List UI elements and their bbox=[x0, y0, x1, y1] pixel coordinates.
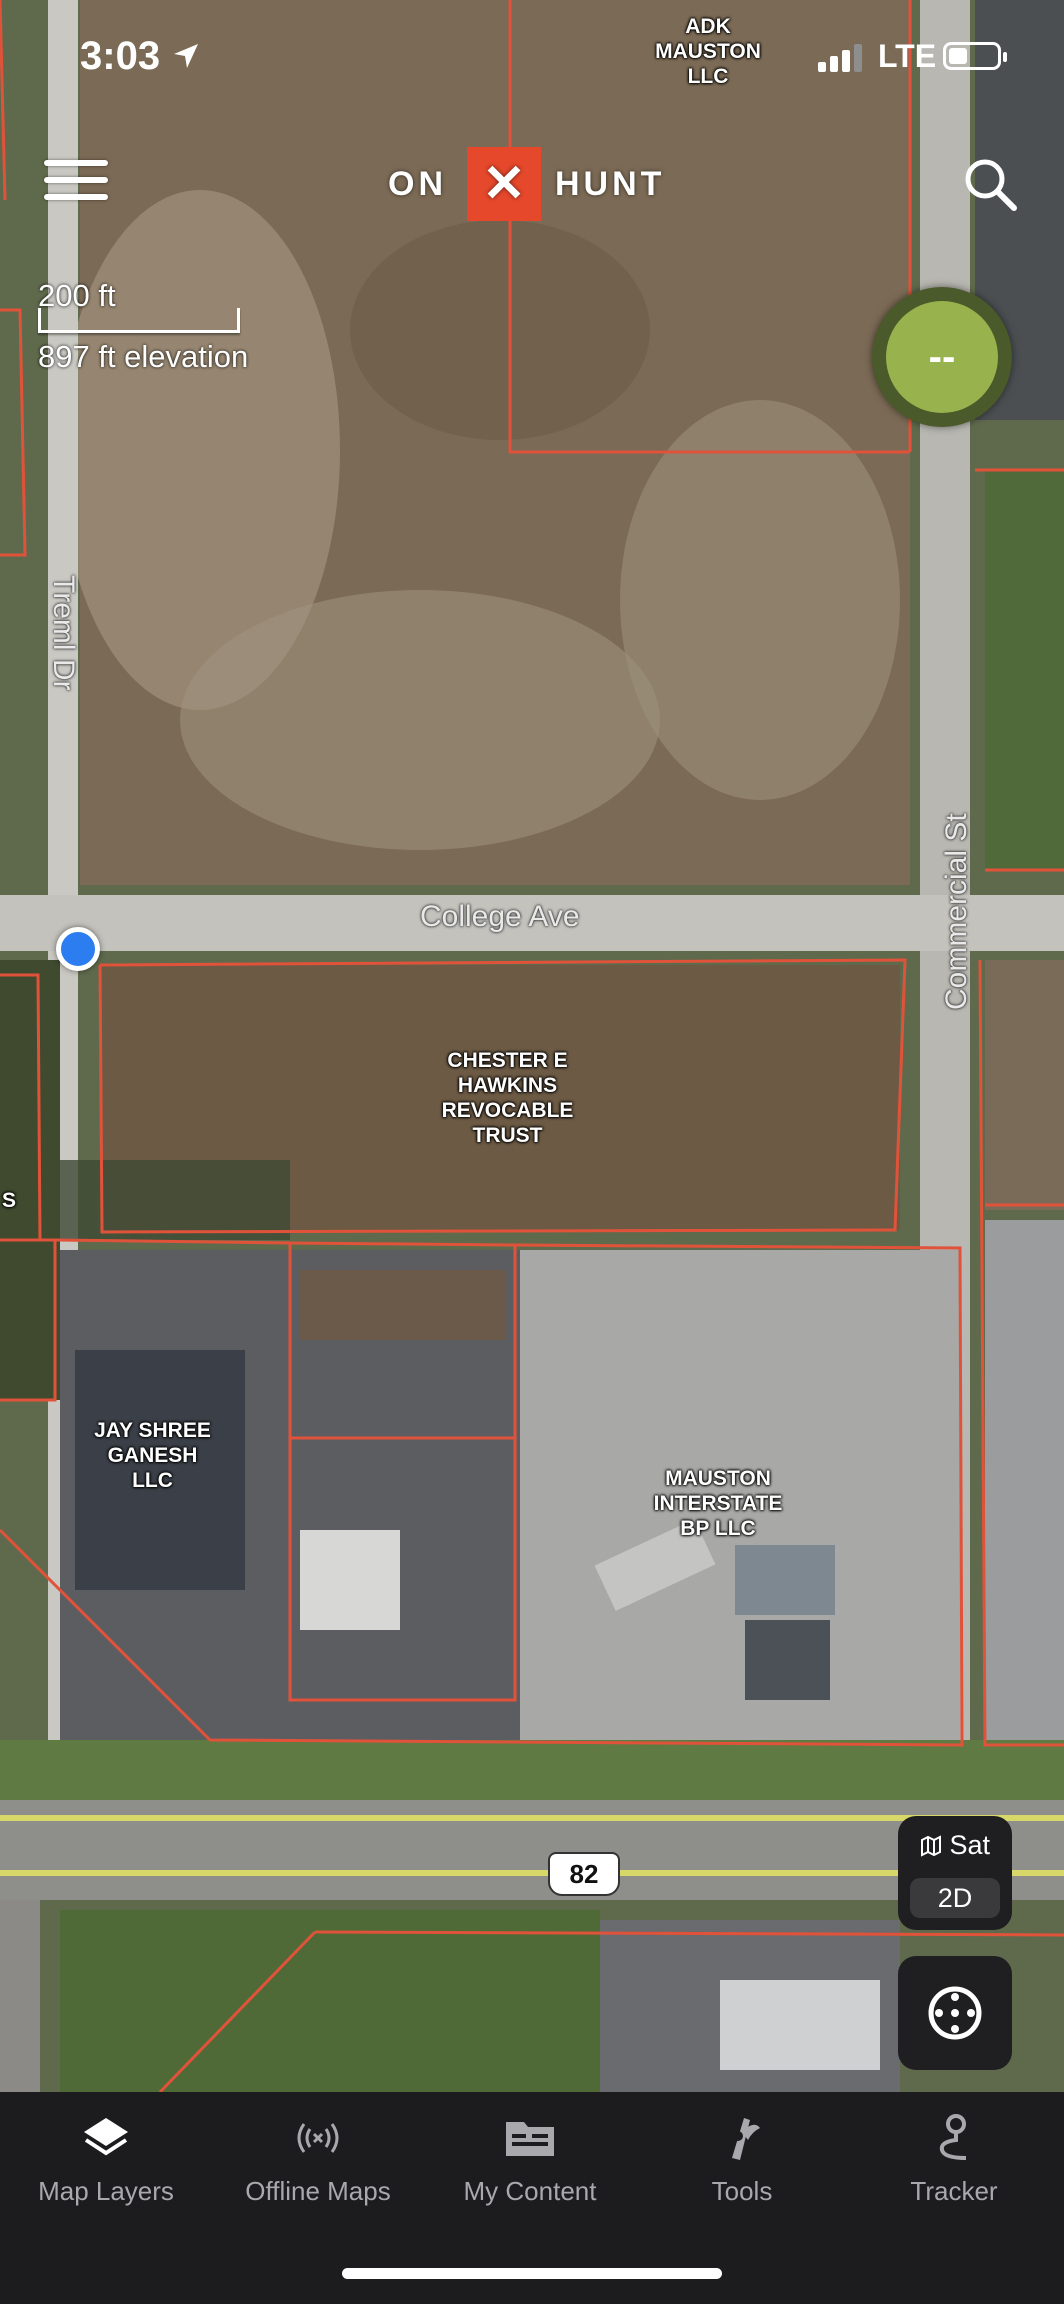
menu-icon[interactable] bbox=[44, 160, 108, 208]
layers-icon bbox=[84, 2118, 128, 2156]
tracker-icon bbox=[939, 2114, 967, 2160]
tab-my-content[interactable]: My Content bbox=[424, 2110, 636, 2207]
route-82-shield: 82 bbox=[548, 1852, 620, 1896]
current-location-dot bbox=[56, 927, 100, 971]
status-time: 3:03 bbox=[80, 34, 201, 79]
parcel-label-jay-shree-ganesh[interactable]: JAY SHREE GANESH LLC bbox=[70, 1418, 235, 1493]
parcel-label-mauston-interstate-bp[interactable]: MAUSTON INTERSTATE BP LLC bbox=[628, 1466, 808, 1541]
tab-tracker[interactable]: Tracker bbox=[848, 2110, 1060, 2207]
compass-icon bbox=[928, 1986, 982, 2040]
tab-tools[interactable]: Tools bbox=[636, 2110, 848, 2207]
parcel-label-hawkins-trust[interactable]: CHESTER E HAWKINS REVOCABLE TRUST bbox=[410, 1048, 605, 1148]
map-icon bbox=[920, 1835, 941, 1857]
road-label-commercial-st: Commercial St bbox=[940, 813, 973, 1010]
view-mode-toggle[interactable]: 2D bbox=[910, 1878, 1000, 1918]
recenter-button[interactable] bbox=[898, 1956, 1012, 2070]
gps-accuracy-value: -- bbox=[886, 301, 998, 413]
elevation-readout: 897 ft elevation bbox=[38, 339, 249, 374]
tab-map-layers[interactable]: Map Layers bbox=[0, 2110, 212, 2207]
basemap-toggle-button[interactable]: Sat 2D bbox=[898, 1816, 1012, 1930]
home-indicator bbox=[342, 2268, 722, 2279]
offline-signal-icon bbox=[297, 2123, 339, 2153]
tools-icon bbox=[732, 2118, 760, 2160]
road-label-college-ave: College Ave bbox=[420, 900, 580, 933]
search-icon[interactable] bbox=[962, 156, 1018, 212]
signal-bars-icon bbox=[818, 44, 862, 72]
map-scale: 200 ft 897 ft elevation bbox=[38, 278, 248, 375]
folder-icon bbox=[506, 2122, 554, 2156]
basemap-type: Sat bbox=[949, 1830, 991, 1860]
onx-hunt-logo: ON ✕ HUNT bbox=[388, 147, 665, 221]
battery-icon bbox=[943, 42, 1007, 70]
parcel-label-partial[interactable]: S bbox=[0, 1188, 18, 1213]
status-bar: 3:03 LTE bbox=[0, 0, 1064, 110]
gps-accuracy-button[interactable]: -- bbox=[872, 287, 1012, 427]
road-label-treml-dr: Treml Dr bbox=[47, 575, 80, 691]
tab-offline-maps[interactable]: Offline Maps bbox=[212, 2110, 424, 2207]
network-type: LTE bbox=[878, 38, 937, 74]
location-arrow-icon bbox=[174, 44, 199, 68]
